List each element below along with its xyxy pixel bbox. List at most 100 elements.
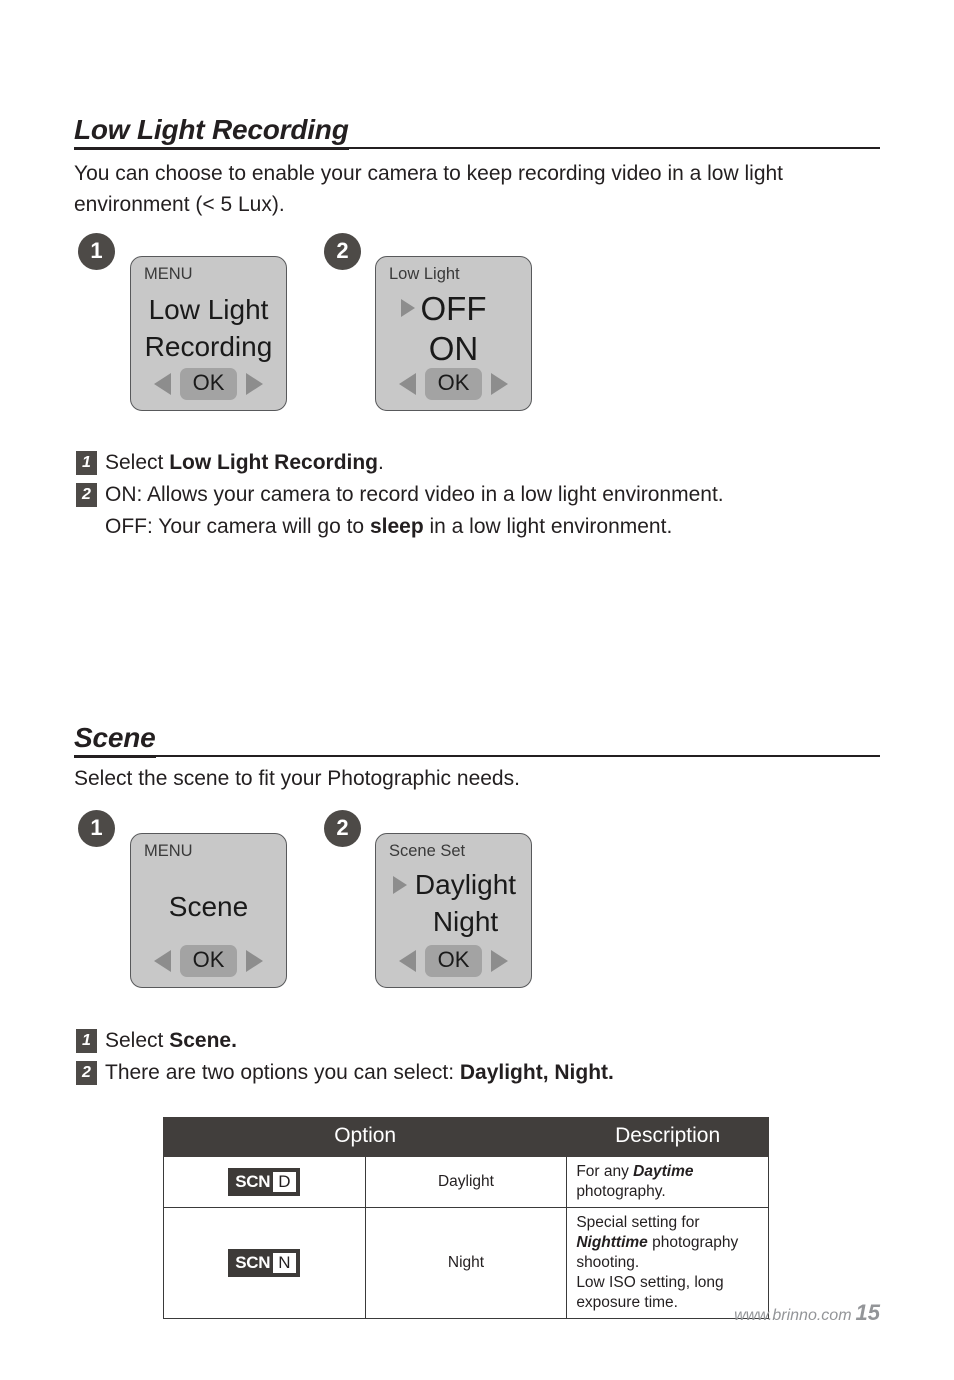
table-body: SCN D Daylight For any Daytime photograp… <box>163 1156 769 1319</box>
lcd-footer-controls: OK <box>376 945 531 977</box>
instruction-number: 2 <box>76 483 97 507</box>
instruction-text: Select Scene. <box>105 1025 896 1057</box>
section-description-scene: Select the scene to fit your Photographi… <box>74 767 520 790</box>
instruction-text-strong: sleep <box>369 515 424 538</box>
scn-icon-tag: SCN <box>232 1172 274 1192</box>
scn-icon-letter: D <box>278 1172 291 1191</box>
instruction-text-second-line: OFF: Your camera will go to sleep in a l… <box>105 511 896 543</box>
lcd-menu-list: Scene <box>131 888 286 925</box>
scn-daylight-icon: SCN D <box>228 1168 301 1196</box>
instruction-list-scene: 1 Select Scene. 2 There are two options … <box>76 1025 896 1089</box>
lcd-menu-list: Low Light Recording <box>131 291 286 365</box>
instruction-item: 2 There are two options you can select: … <box>76 1057 896 1089</box>
instruction-item: 1 Select Scene. <box>76 1025 896 1057</box>
lcd-option-list: Daylight Night <box>376 866 531 940</box>
instruction-item: 1 Select Low Light Recording. <box>76 447 896 479</box>
description-text-emphasis: Nighttime <box>576 1234 648 1251</box>
instruction-text-part: in a low light environment. <box>423 515 673 538</box>
manual-page: Low Light Recording You can choose to en… <box>0 0 954 1380</box>
table-cell-description: For any Daytime photography. <box>566 1156 769 1208</box>
instruction-text: There are two options you can select: Da… <box>105 1057 896 1089</box>
instruction-list-low-light: 1 Select Low Light Recording. 2 ON: Allo… <box>76 447 896 543</box>
table-cell-icon: SCN D <box>163 1156 366 1208</box>
lcd-option-selected[interactable]: Daylight <box>376 866 531 903</box>
instruction-text-part: . <box>378 451 384 474</box>
instruction-text-part: OFF: Your camera will go to <box>105 515 370 538</box>
step-badge-1: 1 <box>78 810 115 847</box>
table-header-option: Option <box>162 1117 568 1157</box>
description-text-part: photography. <box>576 1183 666 1200</box>
instruction-text-part: Select <box>105 1029 170 1052</box>
ok-button[interactable]: OK <box>424 368 483 400</box>
lcd-title: Low Light <box>389 265 460 283</box>
lcd-option-list: OFF ON <box>376 289 531 369</box>
footer-page-number: 15 <box>855 1300 880 1325</box>
instruction-text-part: There are two options you can select: <box>105 1061 460 1084</box>
table-row: SCN N Night Special setting for Nighttim… <box>163 1207 769 1319</box>
triangle-left-icon[interactable] <box>153 950 171 972</box>
triangle-left-icon[interactable] <box>153 373 171 395</box>
step-badge-2: 2 <box>324 233 361 270</box>
heading-rule <box>74 755 880 757</box>
triangle-right-icon[interactable] <box>491 950 509 972</box>
lcd-option-label: Daylight <box>414 869 517 900</box>
lcd-screen-scene-set: Scene Set Daylight Night OK <box>375 833 532 988</box>
triangle-right-icon[interactable] <box>491 373 509 395</box>
instruction-number: 1 <box>76 451 97 475</box>
lcd-option[interactable]: ON <box>376 329 531 369</box>
instruction-text: Select Low Light Recording. <box>105 447 896 479</box>
section-heading-low-light-recording: Low Light Recording <box>74 114 880 151</box>
heading-rule <box>74 147 880 149</box>
description-text-emphasis: Daytime <box>633 1163 694 1180</box>
description-text-part: Special setting for <box>576 1214 700 1231</box>
scn-icon-letter: N <box>278 1253 291 1272</box>
table-cell-option-name: Night <box>364 1207 568 1319</box>
description-text-part: Low ISO setting, long exposure time. <box>576 1274 724 1311</box>
lcd-screen-low-light-options: Low Light OFF ON OK <box>375 256 532 411</box>
page-footer: www.brinno.com 15 <box>734 1300 880 1326</box>
lcd-title: MENU <box>144 842 193 860</box>
lcd-option-selected[interactable]: OFF <box>376 289 531 329</box>
ok-button[interactable]: OK <box>179 945 238 977</box>
instruction-text-strong: Scene. <box>169 1029 237 1052</box>
description-text-part: For any <box>576 1163 634 1180</box>
lcd-footer-controls: OK <box>131 368 286 400</box>
lcd-menu-item[interactable]: Scene <box>131 888 286 925</box>
lcd-title: MENU <box>144 265 193 283</box>
triangle-left-icon[interactable] <box>398 373 416 395</box>
instruction-text-strong: Low Light Recording <box>169 451 379 474</box>
lcd-footer-controls: OK <box>376 368 531 400</box>
lcd-footer-controls: OK <box>131 945 286 977</box>
lcd-menu-item[interactable]: Low Light <box>131 291 286 328</box>
ok-button[interactable]: OK <box>424 945 483 977</box>
section-description-low-light: You can choose to enable your camera to … <box>74 162 784 216</box>
lcd-title: Scene Set <box>389 842 466 860</box>
triangle-right-icon[interactable] <box>246 950 264 972</box>
instruction-text-strong: Daylight, Night. <box>459 1061 614 1084</box>
lcd-menu-item[interactable]: Recording <box>131 328 286 365</box>
instruction-number: 1 <box>76 1029 97 1053</box>
lcd-screen-menu-low-light: MENU Low Light Recording OK <box>130 256 287 411</box>
table-cell-option-name: Daylight <box>364 1156 568 1208</box>
page-title: Scene <box>74 722 156 759</box>
scene-options-table: Option Description SCN D Daylight For an… <box>162 1117 769 1319</box>
table-header-description: Description <box>566 1117 769 1157</box>
ok-button[interactable]: OK <box>179 368 238 400</box>
lcd-screen-menu-scene: MENU Scene OK <box>130 833 287 988</box>
triangle-left-icon[interactable] <box>398 950 416 972</box>
scn-icon-inner: SCN D <box>232 1172 297 1192</box>
footer-website[interactable]: www.brinno.com <box>734 1307 851 1324</box>
scn-night-icon: SCN N <box>228 1249 301 1277</box>
instruction-item: 2 ON: Allows your camera to record video… <box>76 479 896 543</box>
table-header: Option Description <box>162 1117 769 1157</box>
lcd-option-label: Night <box>432 906 499 937</box>
instruction-text-part: Select <box>105 451 170 474</box>
selection-caret-icon <box>393 876 407 894</box>
step-badge-2: 2 <box>324 810 361 847</box>
triangle-right-icon[interactable] <box>246 373 264 395</box>
instruction-text-part: ON: Allows your camera to record video i… <box>105 483 724 506</box>
instruction-text: ON: Allows your camera to record video i… <box>105 479 896 543</box>
instruction-number: 2 <box>76 1061 97 1085</box>
lcd-option[interactable]: Night <box>376 903 531 940</box>
selection-caret-icon <box>401 299 415 317</box>
